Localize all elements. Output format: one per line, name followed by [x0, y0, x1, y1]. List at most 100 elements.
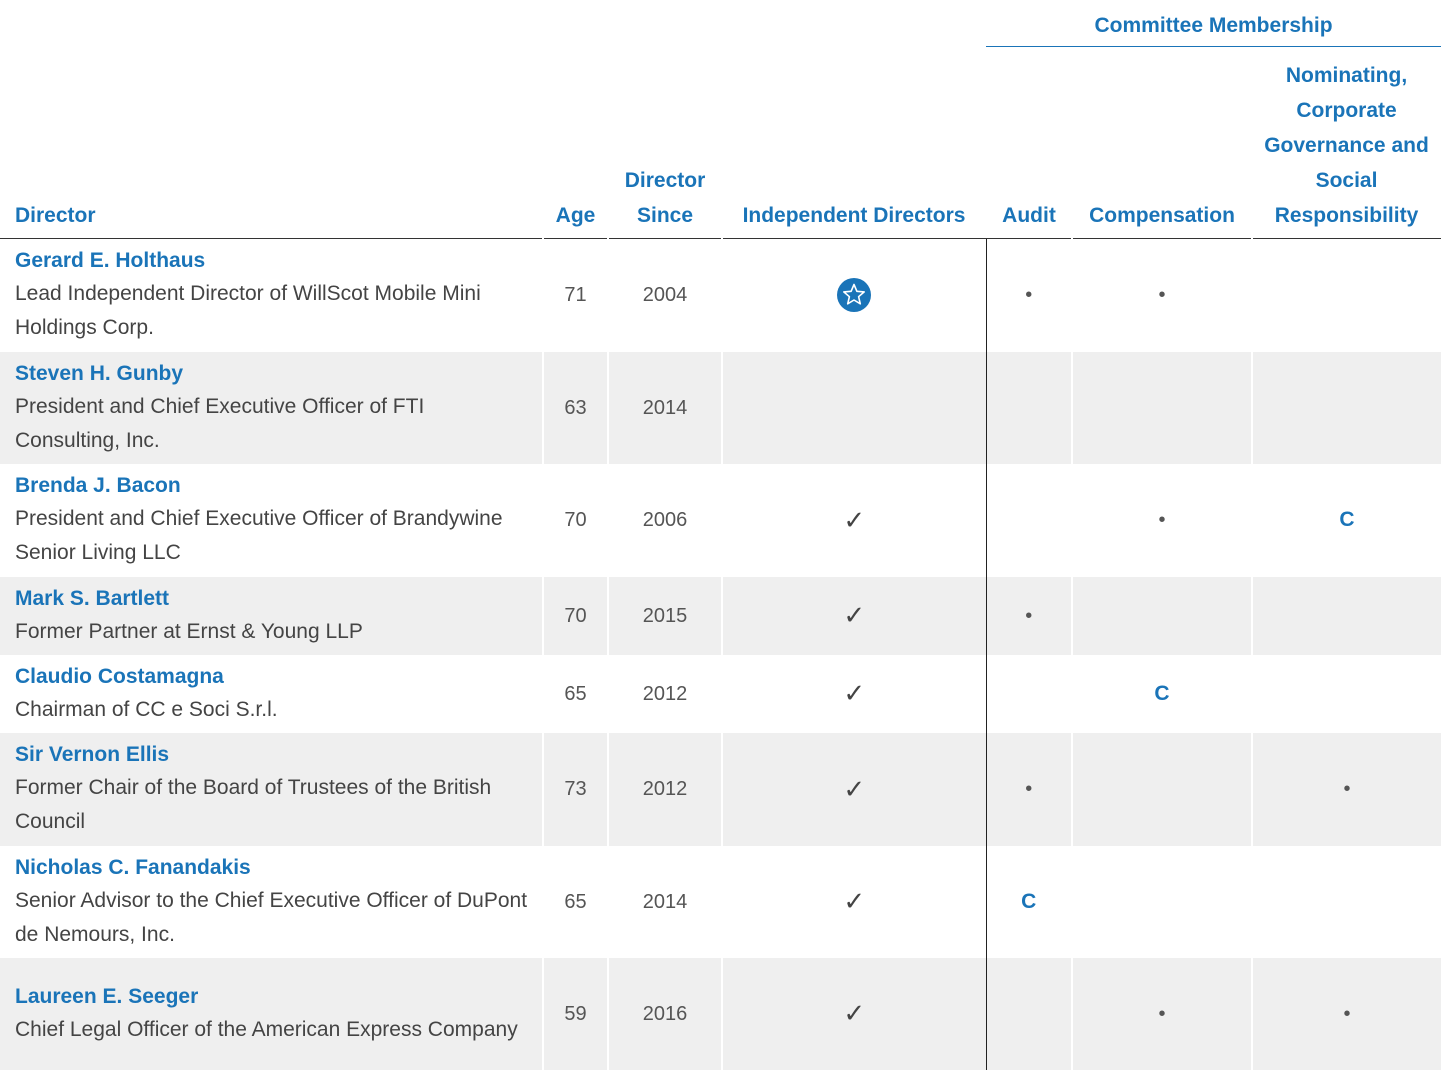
compensation-cell: • [1071, 957, 1252, 1070]
table-row: Sir Vernon Ellis Former Chair of the Boar… [0, 732, 1441, 846]
table-row: Claudio Costamagna Chairman of CC e Soci … [0, 654, 1441, 733]
director-cell: Brenda J. Bacon President and Chief Execu… [0, 464, 543, 577]
lead-independent-star-icon [837, 278, 872, 313]
director-cell: Claudio Costamagna Chairman of CC e Soci … [0, 655, 543, 733]
director-title: Lead Independent Director of WillScot Mo… [15, 282, 481, 340]
col-header-compensation: Compensation [1072, 47, 1252, 239]
member-dot: 2012 [642, 682, 688, 705]
independent-cell [721, 351, 986, 464]
director-title: President and Chief Executive Officer of… [15, 394, 425, 452]
audit-cell [985, 463, 1072, 577]
director-cell: Sir Vernon Ellis Former Chair of the Boar… [0, 732, 543, 846]
director-cell: Laureen E. Seeger Chief Legal Officer of … [0, 957, 543, 1070]
age-cell: 63 [542, 351, 608, 464]
director-cell: Steven H. Gunby President and Chief Execu… [0, 351, 543, 464]
col-header-nominating: Nominating, Corporate Governance and Soc… [1252, 47, 1441, 239]
directors-table-body: Gerard E. Holthaus Lead Independent Direc… [0, 238, 1441, 1070]
director-name: Mark S. Bartlett [15, 586, 170, 610]
nominating-cell [1250, 576, 1441, 655]
member-dot: • [1158, 1002, 1166, 1025]
member-dot: 2016 [642, 1002, 688, 1025]
check-icon: ✓ [843, 886, 866, 916]
col-header-director-since: Director Since [608, 47, 722, 239]
compensation-cell [1071, 732, 1252, 846]
member-dot: • [1343, 778, 1351, 800]
director-since-cell: 2014 [607, 845, 722, 958]
director-name: Laureen E. Seeger [15, 984, 199, 1008]
member-dot: 70 [564, 604, 587, 627]
director-since-cell: 2014 [607, 351, 722, 464]
director-name: Claudio Costamagna [15, 664, 224, 688]
member-dot: 59 [564, 1002, 587, 1025]
nominating-cell [1250, 351, 1441, 464]
table-row: Nicholas C. Fanandakis Senior Advisor to … [0, 845, 1441, 958]
compensation-cell: C [1071, 654, 1252, 733]
director-name: Nicholas C. Fanandakis [15, 855, 251, 879]
director-name: Steven H. Gunby [15, 361, 184, 385]
table-row: Steven H. Gunby President and Chief Execu… [0, 351, 1441, 464]
member-dot: 65 [564, 890, 587, 913]
director-since-cell: 2004 [607, 238, 722, 352]
member-dot: • [1025, 284, 1033, 307]
table-row: Gerard E. Holthaus Lead Independent Direc… [0, 238, 1441, 352]
age-cell: 65 [542, 654, 608, 733]
table-row: Laureen E. Seeger Chief Legal Officer of … [0, 957, 1441, 1070]
director-since-cell: 2012 [607, 732, 722, 846]
chair-marker: C [1339, 508, 1355, 531]
member-dot: 71 [564, 284, 587, 307]
check-icon: ✓ [843, 773, 866, 804]
col-header-audit: Audit [986, 47, 1072, 239]
member-dot: • [1158, 509, 1166, 531]
member-dot: 2004 [642, 284, 688, 307]
director-title: President and Chief Executive Officer of… [15, 507, 503, 564]
director-title: Chief Legal Officer of the American Expr… [15, 1017, 518, 1041]
director-name: Brenda J. Bacon [15, 474, 181, 497]
check-icon: ✓ [843, 600, 866, 630]
director-title: Former Partner at Ernst & Young LLP [15, 619, 363, 643]
col-header-director: Director [0, 47, 543, 239]
nominating-cell: • [1250, 957, 1441, 1070]
board-directors-table-page: Committee Membership Director Age Direct… [0, 0, 1441, 1070]
compensation-cell [1071, 576, 1252, 655]
director-name: Sir Vernon Ellis [15, 743, 170, 766]
compensation-cell [1071, 845, 1252, 958]
director-title: Chairman of CC e Soci S.r.l. [15, 697, 278, 721]
member-dot: 63 [564, 396, 587, 419]
table-row: Mark S. Bartlett Former Partner at Ernst … [0, 576, 1441, 655]
member-dot: 2012 [642, 778, 688, 800]
member-dot: 73 [564, 778, 587, 800]
check-icon: ✓ [843, 998, 866, 1028]
director-since-cell: 2016 [607, 957, 722, 1070]
chair-marker: C [1021, 889, 1037, 913]
compensation-cell: • [1071, 238, 1252, 352]
member-dot: 2014 [642, 396, 688, 419]
member-dot: • [1025, 604, 1033, 627]
compensation-cell [1071, 351, 1252, 464]
director-cell: Nicholas C. Fanandakis Senior Advisor to … [0, 846, 543, 958]
audit-cell: • [985, 576, 1072, 655]
audit-cell [985, 351, 1072, 464]
director-name: Gerard E. Holthaus [15, 249, 206, 273]
age-cell: 71 [542, 238, 608, 352]
audit-cell: • [985, 238, 1072, 352]
member-dot: • [1025, 778, 1033, 800]
member-dot: • [1158, 284, 1166, 307]
nominating-cell [1250, 845, 1441, 958]
age-cell: 70 [542, 576, 608, 655]
chair-marker: C [1154, 681, 1170, 705]
director-cell: Mark S. Bartlett Former Partner at Ernst … [0, 576, 543, 655]
compensation-cell: • [1071, 463, 1252, 577]
audit-cell: • [985, 732, 1072, 846]
director-since-cell: 2006 [607, 463, 722, 577]
col-header-age: Age [543, 47, 608, 239]
member-dot: 70 [564, 509, 587, 531]
director-since-cell: 2015 [607, 576, 722, 655]
committee-membership-heading: Committee Membership [986, 0, 1441, 47]
check-icon: ✓ [843, 678, 866, 708]
independent-cell: ✓ [721, 845, 986, 958]
age-cell: 73 [542, 732, 608, 846]
table-row: Brenda J. Bacon President and Chief Execu… [0, 463, 1441, 577]
check-icon: ✓ [843, 504, 866, 535]
member-dot: 2006 [642, 509, 688, 531]
nominating-cell: C [1250, 463, 1441, 577]
